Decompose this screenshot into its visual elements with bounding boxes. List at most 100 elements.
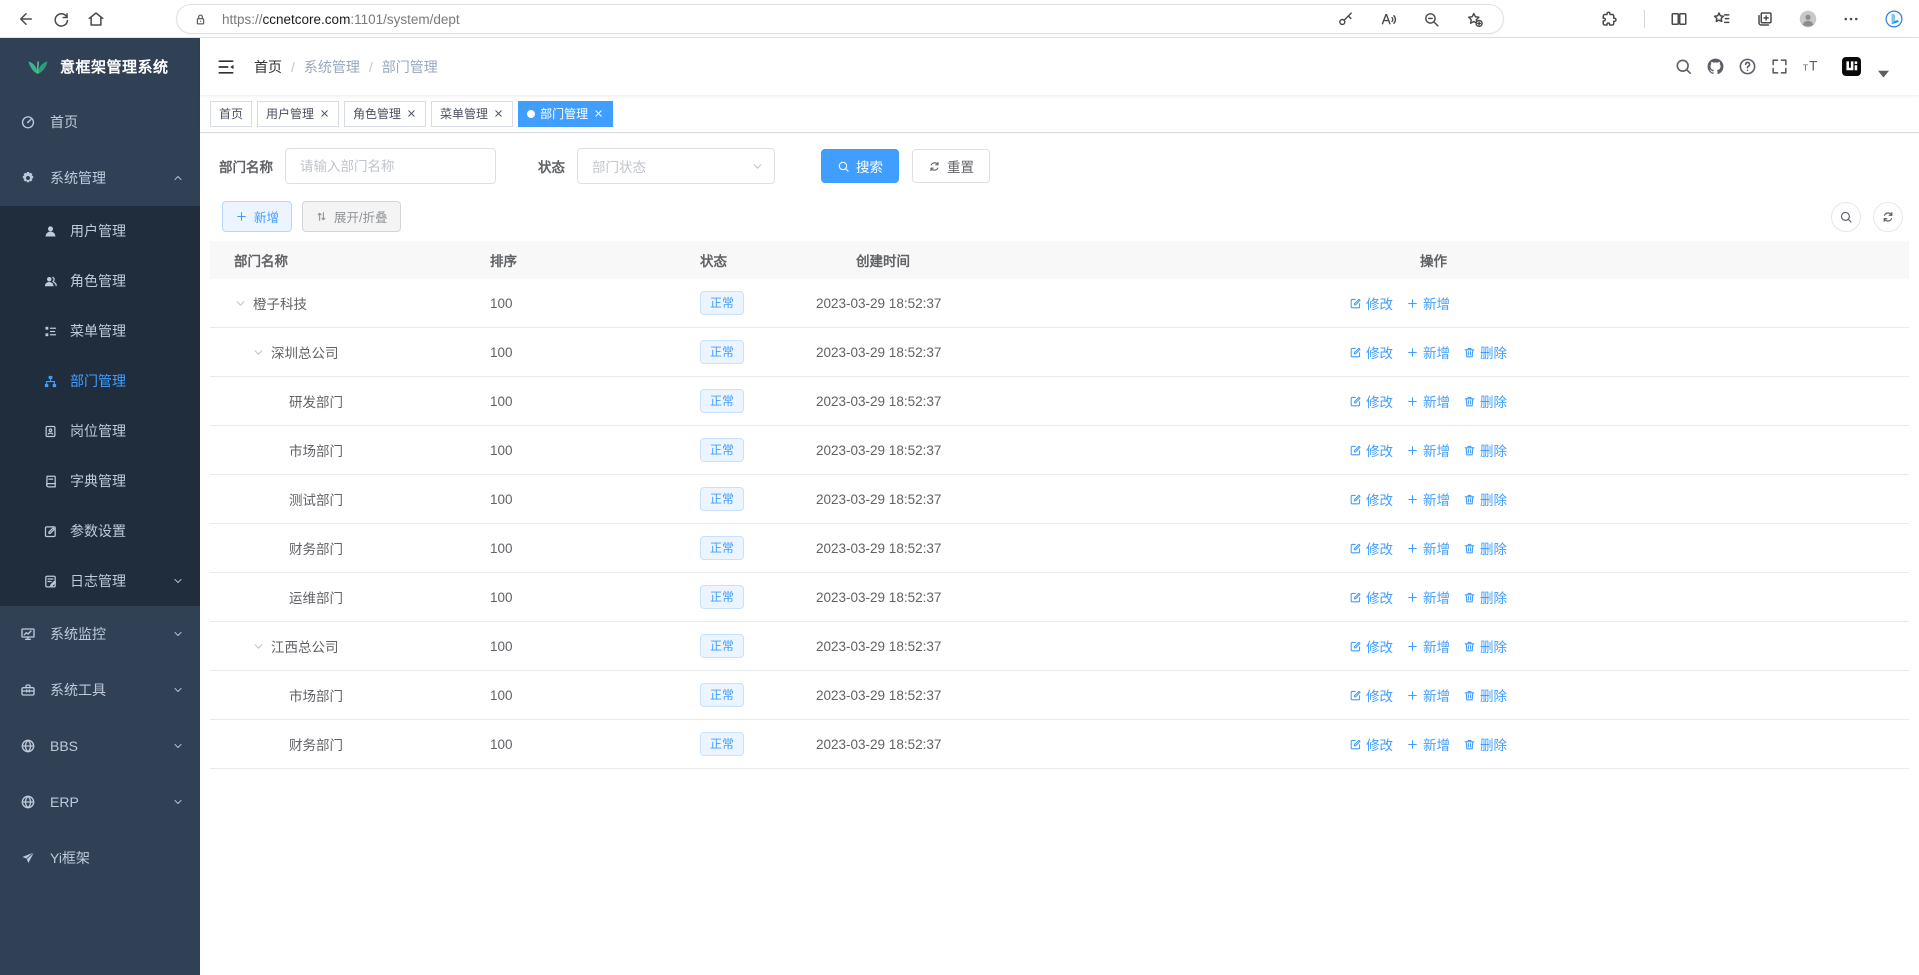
delete-row-button[interactable]: 删除 [1463,391,1507,411]
add-row-button[interactable]: 新增 [1406,734,1450,754]
font-size-icon[interactable]: TT [1802,57,1821,76]
edit-row-button[interactable]: 修改 [1349,685,1393,705]
refresh-icon[interactable] [52,10,70,28]
delete-row-button[interactable]: 删除 [1463,342,1507,362]
add-row-button[interactable]: 新增 [1406,293,1450,313]
dept-name-cell: 运维部门 [210,587,480,607]
breadcrumb-home[interactable]: 首页 [254,57,282,77]
sidebar-item-Yi框架[interactable]: Yi框架 [0,830,200,886]
expand-caret-icon[interactable] [234,297,247,310]
sidebar-item-字典管理[interactable]: 字典管理 [0,456,200,506]
address-bar[interactable]: https://ccnetcore.com:1101/system/dept [176,4,1504,34]
browser-menu-icon[interactable] [1842,10,1860,28]
edit-row-button[interactable]: 修改 [1349,587,1393,607]
status-select[interactable]: 部门状态 [577,148,775,184]
sidebar-item-部门管理[interactable]: 部门管理 [0,356,200,406]
collections-icon[interactable] [1756,10,1774,28]
edit-row-button[interactable]: 修改 [1349,293,1393,313]
globe-icon [20,738,36,754]
delete-row-button[interactable]: 删除 [1463,489,1507,509]
split-screen-icon[interactable] [1670,10,1688,28]
sidebar-item-ERP[interactable]: ERP [0,774,200,830]
user-avatar[interactable] [1842,57,1861,76]
add-dept-button[interactable]: 新增 [222,201,292,232]
add-row-button[interactable]: 新增 [1406,587,1450,607]
table-row-市场部门: 市场部门100正常2023-03-29 18:52:37修改新增删除 [210,671,1909,720]
sidebar-item-日志管理[interactable]: 日志管理 [0,556,200,606]
sidebar-item-系统工具[interactable]: 系统工具 [0,662,200,718]
delete-row-button[interactable]: 删除 [1463,587,1507,607]
close-icon[interactable] [319,108,330,119]
edit-row-button[interactable]: 修改 [1349,636,1393,656]
close-icon[interactable] [406,108,417,119]
add-row-button[interactable]: 新增 [1406,489,1450,509]
expand-collapse-button[interactable]: 展开/折叠 [302,201,400,232]
edit-row-button[interactable]: 修改 [1349,538,1393,558]
sidebar-item-BBS[interactable]: BBS [0,718,200,774]
close-icon[interactable] [593,108,604,119]
copilot-icon[interactable] [1885,10,1903,28]
tab-菜单管理[interactable]: 菜单管理 [431,101,513,127]
home-icon[interactable] [87,10,105,28]
fullscreen-icon[interactable] [1770,57,1789,76]
delete-row-button[interactable]: 删除 [1463,538,1507,558]
github-icon[interactable] [1706,57,1725,76]
favorites-icon[interactable] [1713,10,1731,28]
sidebar-item-系统监控[interactable]: 系统监控 [0,606,200,662]
tab-首页[interactable]: 首页 [210,101,252,127]
zoom-out-icon[interactable] [1423,11,1440,28]
delete-row-button[interactable]: 删除 [1463,636,1507,656]
read-aloud-icon[interactable] [1380,11,1397,28]
sidebar-item-参数设置[interactable]: 参数设置 [0,506,200,556]
close-icon[interactable] [493,108,504,119]
trash-icon [1463,493,1476,506]
edit-row-button[interactable]: 修改 [1349,440,1393,460]
delete-row-button[interactable]: 删除 [1463,685,1507,705]
dept-name-input[interactable] [285,148,496,184]
chevron-up-icon [172,172,184,184]
search-button[interactable]: 搜索 [821,149,899,183]
app-logo[interactable]: 意框架管理系统 [0,38,200,94]
expand-caret-icon[interactable] [252,640,265,653]
reset-button[interactable]: 重置 [912,149,990,183]
edit-row-button[interactable]: 修改 [1349,489,1393,509]
extensions-icon[interactable] [1601,10,1619,28]
help-icon[interactable] [1738,57,1757,76]
add-row-button[interactable]: 新增 [1406,636,1450,656]
tab-部门管理[interactable]: 部门管理 [518,101,613,127]
tab-角色管理[interactable]: 角色管理 [344,101,426,127]
password-icon[interactable] [1337,11,1354,28]
edit-row-button[interactable]: 修改 [1349,391,1393,411]
actions-cell: 修改新增删除 [1330,587,1909,607]
sidebar-item-首页[interactable]: 首页 [0,94,200,150]
sidebar-item-菜单管理[interactable]: 菜单管理 [0,306,200,356]
refresh-table-button[interactable] [1873,202,1903,232]
lock-icon[interactable] [193,12,208,27]
add-row-button[interactable]: 新增 [1406,342,1450,362]
svg-text:T: T [1803,62,1809,72]
browser-profile-avatar[interactable] [1799,10,1817,28]
tab-用户管理[interactable]: 用户管理 [257,101,339,127]
sidebar-collapse-icon[interactable] [216,57,236,77]
favorite-add-icon[interactable] [1466,11,1483,28]
add-row-button[interactable]: 新增 [1406,538,1450,558]
breadcrumb-system[interactable]: 系统管理 [304,57,360,77]
delete-row-button[interactable]: 删除 [1463,440,1507,460]
edit-row-button[interactable]: 修改 [1349,734,1393,754]
sidebar-item-岗位管理[interactable]: 岗位管理 [0,406,200,456]
avatar-caret-icon[interactable] [1874,64,1893,83]
search-icon[interactable] [1674,57,1693,76]
sidebar-item-用户管理[interactable]: 用户管理 [0,206,200,256]
sidebar-item-角色管理[interactable]: 角色管理 [0,256,200,306]
url-text[interactable]: https://ccnetcore.com:1101/system/dept [222,12,460,27]
edit-row-button[interactable]: 修改 [1349,342,1393,362]
sidebar-item-系统管理[interactable]: 系统管理 [0,150,200,206]
show-search-button[interactable] [1831,202,1861,232]
expand-caret-icon[interactable] [252,346,265,359]
add-row-button[interactable]: 新增 [1406,685,1450,705]
delete-row-button[interactable]: 删除 [1463,734,1507,754]
app-window: 意框架管理系统 首页系统管理用户管理角色管理菜单管理部门管理岗位管理字典管理参数… [0,38,1919,975]
back-icon[interactable] [17,10,35,28]
add-row-button[interactable]: 新增 [1406,391,1450,411]
add-row-button[interactable]: 新增 [1406,440,1450,460]
